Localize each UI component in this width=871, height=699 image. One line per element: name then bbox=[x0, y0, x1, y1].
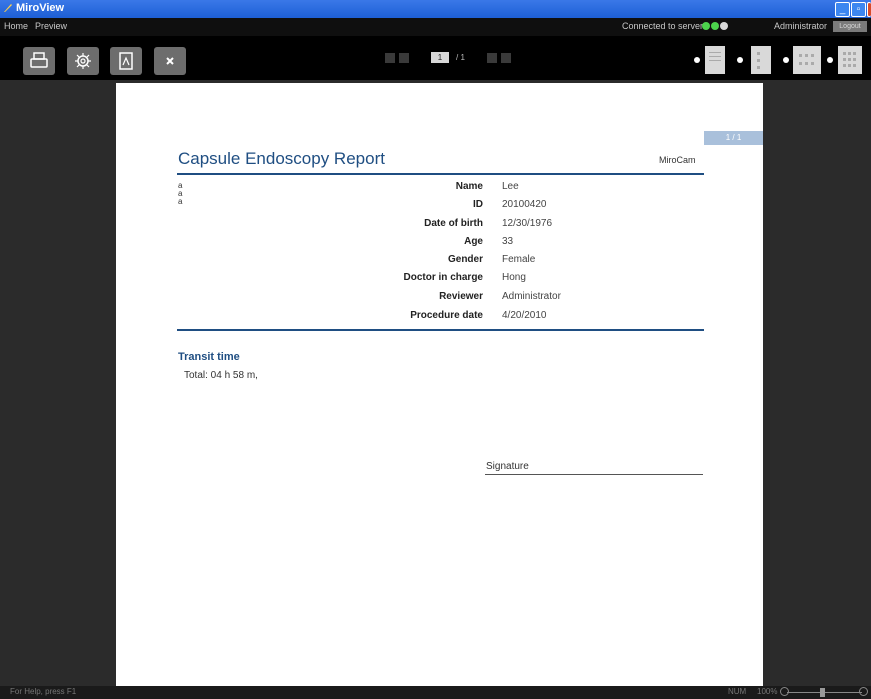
field-value-procedure-date: 4/20/2010 bbox=[502, 310, 547, 321]
minimize-button[interactable]: _ bbox=[835, 2, 850, 17]
brand-label: MiroCam bbox=[659, 155, 696, 165]
layout-radio-2[interactable] bbox=[737, 57, 743, 63]
signature-label: Signature bbox=[486, 461, 529, 472]
field-label-procedure-date: Procedure date bbox=[410, 310, 483, 321]
gear-icon bbox=[75, 53, 91, 69]
placeholder-letters: a a a bbox=[178, 182, 182, 206]
two-layout-icon bbox=[757, 52, 760, 69]
field-value-reviewer: Administrator bbox=[502, 291, 561, 302]
close-icon bbox=[166, 57, 174, 65]
field-value-id: 20100420 bbox=[502, 199, 547, 210]
field-label-dob: Date of birth bbox=[424, 218, 483, 229]
menu-home[interactable]: Home bbox=[4, 21, 28, 31]
full-grid-icon bbox=[843, 52, 856, 67]
status-light-icon bbox=[711, 22, 719, 30]
layout-radio-4[interactable] bbox=[827, 57, 833, 63]
field-value-name: Lee bbox=[502, 181, 519, 192]
help-text: For Help, press F1 bbox=[10, 687, 77, 696]
transit-time-heading: Transit time bbox=[178, 351, 240, 363]
grid-layout-icon bbox=[799, 54, 814, 65]
patient-info-rule bbox=[177, 329, 704, 331]
num-lock-indicator: NUM bbox=[728, 687, 747, 696]
signature-line bbox=[485, 474, 703, 475]
last-page-button[interactable] bbox=[501, 53, 511, 63]
status-bar: For Help, press F1 NUM 100% bbox=[0, 686, 871, 699]
layout-full-grid-button[interactable] bbox=[838, 46, 862, 74]
layout-two-button[interactable] bbox=[751, 46, 771, 74]
settings-button[interactable] bbox=[67, 47, 99, 75]
printer-icon bbox=[30, 52, 48, 68]
logout-button[interactable]: Logout bbox=[833, 21, 867, 32]
app-title: MiroView bbox=[16, 2, 65, 14]
menu-preview[interactable]: Preview bbox=[35, 21, 67, 31]
field-value-doctor: Hong bbox=[502, 272, 526, 283]
page-number-input[interactable]: 1 bbox=[431, 52, 449, 63]
server-status-label: Connected to server bbox=[622, 21, 704, 31]
close-window-button[interactable] bbox=[867, 2, 871, 17]
user-label: Administrator bbox=[774, 21, 828, 31]
field-label-reviewer: Reviewer bbox=[439, 291, 483, 302]
menu-bar: Home Preview Connected to server Adminis… bbox=[0, 18, 871, 36]
field-label-name: Name bbox=[455, 181, 483, 192]
report-title: Capsule Endoscopy Report bbox=[178, 149, 385, 168]
field-label-id: ID bbox=[473, 199, 483, 210]
letter-item: a bbox=[178, 197, 183, 206]
maximize-button[interactable]: ▫ bbox=[851, 2, 866, 17]
export-pdf-button[interactable] bbox=[110, 47, 142, 75]
layout-single-button[interactable] bbox=[705, 46, 725, 74]
app-icon bbox=[4, 4, 12, 12]
single-layout-icon bbox=[709, 52, 721, 61]
status-light-icon bbox=[720, 22, 728, 30]
field-value-dob: 12/30/1976 bbox=[502, 218, 553, 229]
zoom-level: 100% bbox=[757, 687, 778, 696]
next-page-button[interactable] bbox=[487, 53, 497, 63]
field-value-age: 33 bbox=[502, 236, 514, 247]
field-value-gender: Female bbox=[502, 254, 536, 265]
page-indicator: 1 / 1 bbox=[704, 131, 763, 145]
print-button[interactable] bbox=[23, 47, 55, 75]
layout-grid-button[interactable] bbox=[793, 46, 821, 74]
field-label-doctor: Doctor in charge bbox=[403, 272, 483, 283]
field-label-age: Age bbox=[464, 236, 483, 247]
page-total-label: / 1 bbox=[456, 53, 465, 62]
prev-page-button[interactable] bbox=[399, 53, 409, 63]
first-page-button[interactable] bbox=[385, 53, 395, 63]
close-preview-button[interactable] bbox=[154, 47, 186, 75]
transit-total: Total: 04 h 58 m, bbox=[184, 370, 258, 381]
layout-radio-3[interactable] bbox=[783, 57, 789, 63]
header-rule bbox=[177, 173, 704, 175]
document-icon bbox=[119, 52, 133, 70]
layout-radio-1[interactable] bbox=[694, 57, 700, 63]
zoom-in-button[interactable] bbox=[859, 687, 868, 696]
field-label-gender: Gender bbox=[447, 254, 483, 265]
zoom-slider-handle[interactable] bbox=[820, 688, 825, 697]
window-titlebar: MiroView _ ▫ bbox=[0, 0, 871, 18]
status-light-icon bbox=[702, 22, 710, 30]
